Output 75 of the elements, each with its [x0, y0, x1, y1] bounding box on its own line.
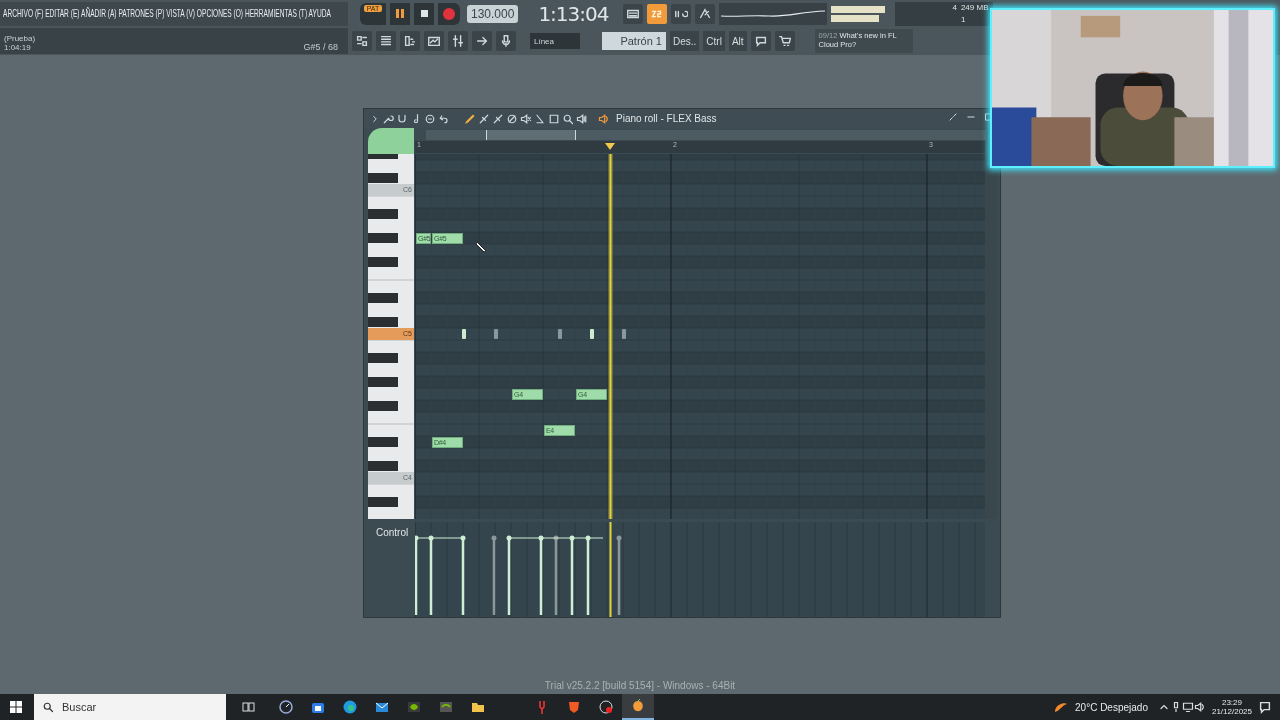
clock-date[interactable]: 21/12/2025: [1211, 707, 1252, 716]
typing-keyboard-button[interactable]: [622, 3, 643, 24]
weather-icon: [1053, 700, 1069, 714]
pencil-icon: [464, 112, 476, 125]
list-icon: [379, 34, 393, 48]
task-view-icon: [240, 699, 256, 715]
gauge-icon: [278, 699, 294, 715]
arrow-icon: [475, 34, 489, 48]
control-label[interactable]: Control: [376, 527, 409, 538]
horizontal-scrollbar[interactable]: [426, 130, 986, 140]
pencil-cursor-icon: [476, 241, 488, 253]
magnet-icon: [396, 112, 408, 125]
search-field[interactable]: Buscar: [34, 694, 226, 720]
toolbar-button[interactable]: Alt: [728, 31, 747, 51]
speaker-icon: [598, 112, 610, 125]
notification-icon: [1258, 700, 1272, 714]
speaker-icon: [576, 112, 588, 125]
piano-roll-icon: [403, 34, 417, 48]
stop-button[interactable]: [414, 2, 434, 25]
shop-button[interactable]: [774, 31, 795, 51]
piano-roll-button[interactable]: [400, 31, 420, 51]
cart-icon: [777, 34, 792, 48]
version-text: Trial v25.2.2 [build 5154] - Windows - 64Bit: [543, 680, 737, 691]
target-icon: [424, 112, 436, 125]
velocity-lane[interactable]: [415, 522, 985, 617]
mute-icon: [520, 112, 532, 125]
overview-panel[interactable]: [368, 128, 414, 154]
memory-usage: 249 MB: [960, 3, 989, 12]
metronome-button[interactable]: [694, 3, 715, 24]
vertical-scrollbar[interactable]: [985, 154, 997, 519]
arrow-button[interactable]: [472, 31, 492, 51]
sliders-icon: [451, 34, 465, 48]
detach-icon: [948, 112, 958, 122]
select-icon: [548, 112, 560, 125]
undo-icon: [438, 112, 450, 125]
playhead-marker[interactable]: [605, 143, 615, 150]
microphone-icon: [499, 34, 513, 48]
add-button[interactable]: [750, 31, 771, 51]
hint-note: G#5 / 68: [303, 42, 338, 52]
zoom-icon: [562, 112, 574, 125]
toolbar-button[interactable]: Ctrl: [703, 31, 725, 51]
mixer-button[interactable]: [448, 31, 468, 51]
record-icon: [443, 7, 455, 20]
window-title: Piano roll - FLEX Bass: [616, 113, 717, 124]
play-pause-button[interactable]: [390, 2, 410, 25]
channel-rack-button[interactable]: [376, 31, 396, 51]
network-icon: [1181, 701, 1194, 713]
playlist-icon: [355, 34, 369, 48]
snap-dropdown[interactable]: Línea: [530, 33, 580, 49]
toolbar-button[interactable]: Des..: [670, 31, 700, 51]
speaker-icon: [1193, 701, 1206, 713]
piano-keyboard-drawing[interactable]: [368, 154, 414, 519]
delete-icon: [506, 112, 518, 125]
pattern-selector[interactable]: Patrón 1: [602, 32, 666, 50]
microphone-button[interactable]: [496, 31, 516, 51]
song-time: 1:13:04: [538, 1, 609, 26]
tempo-display[interactable]: 130.000: [467, 4, 519, 23]
stop-icon: [420, 10, 428, 17]
cpu-value: 1: [960, 15, 967, 24]
hint-value: 1:04:19: [4, 43, 32, 52]
step-edit-button[interactable]: [646, 3, 667, 24]
speech-bubble-icon: [753, 34, 768, 48]
search-icon: [42, 701, 54, 713]
record-icon: [598, 699, 614, 715]
clock-time[interactable]: 23:29: [1221, 698, 1242, 707]
playlist-button[interactable]: [352, 31, 372, 51]
pause-icon: [396, 9, 404, 18]
taskbar-clock[interactable]: 23:29 21/12/2025: [1211, 698, 1252, 716]
loop-record-button[interactable]: [670, 3, 691, 24]
browser-button[interactable]: [424, 31, 444, 51]
fruit-icon: [630, 698, 646, 714]
voice-count: 4: [951, 3, 957, 12]
windows-icon: [10, 701, 22, 713]
hint-title: (Prueba): [4, 34, 36, 43]
weather-text[interactable]: 20°C Despejado: [1075, 701, 1148, 713]
